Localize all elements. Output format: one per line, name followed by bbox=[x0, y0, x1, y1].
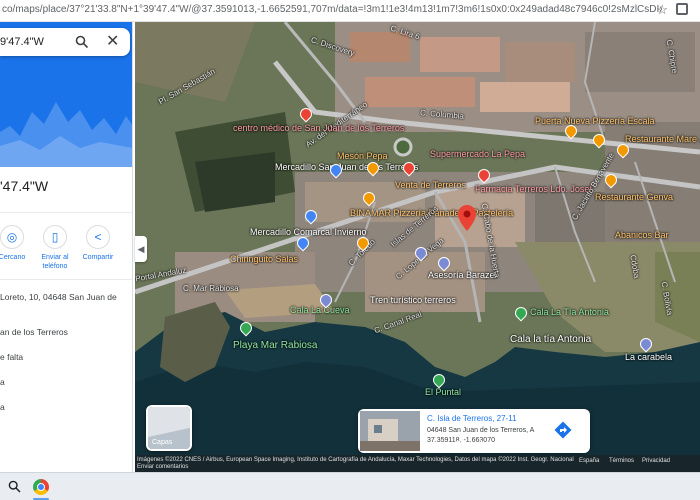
layers-label: Capas bbox=[152, 439, 173, 446]
close-icon[interactable]: ✕ bbox=[106, 34, 119, 50]
chrome-icon-center bbox=[37, 483, 45, 491]
privacy-link[interactable]: Privacidad bbox=[642, 458, 670, 464]
map-label-abanicos-bar[interactable]: Abanicos Bar bbox=[615, 230, 669, 240]
action-label: Enviar al teléfono bbox=[41, 254, 69, 270]
selected-location-pin-icon[interactable] bbox=[458, 205, 476, 231]
place-photo[interactable] bbox=[360, 411, 420, 451]
place-card-title[interactable]: C. Isla de Terreros, 27-11 bbox=[427, 414, 517, 423]
satellite-map[interactable]: C. Discovery C. Lira 6 Pl. San Sebastián… bbox=[135, 22, 700, 472]
map-label: C. Mar Rabiosa bbox=[183, 284, 239, 293]
send-feedback-link[interactable]: Enviar comentarios bbox=[137, 464, 188, 470]
taskbar-search-icon[interactable] bbox=[8, 480, 21, 493]
share-button[interactable]: < Compartir bbox=[76, 225, 120, 262]
info-line[interactable]: e falta bbox=[0, 352, 23, 362]
layers-button[interactable]: Capas bbox=[146, 405, 192, 451]
collapse-panel-button[interactable]: ◀ bbox=[135, 236, 147, 262]
map-label-venta-terreros[interactable]: Venta de Terreros bbox=[395, 180, 466, 190]
send-to-phone-icon: ▯ bbox=[43, 225, 67, 249]
bookmark-star-icon[interactable]: ☆ bbox=[656, 2, 668, 18]
search-box[interactable]: 9'47.4"W ✕ bbox=[0, 28, 130, 56]
terms-link[interactable]: Términos bbox=[609, 458, 634, 464]
map-label-restaurante-genva[interactable]: Restaurante Genva bbox=[595, 192, 673, 202]
map-label-supermarket[interactable]: Supermercado La Pepa bbox=[430, 149, 525, 159]
action-label: Cercano bbox=[0, 254, 26, 261]
place-title: '47.4"W bbox=[0, 178, 49, 194]
browser-address-bar[interactable]: co/maps/place/37°21'33.8"N+1°39'47.4"W/@… bbox=[0, 0, 700, 22]
map-label-pizzeria[interactable]: Puerta Nueva Pizzería Escala bbox=[535, 116, 655, 126]
google-logo: Google bbox=[454, 440, 489, 451]
search-input[interactable]: 9'47.4"W bbox=[0, 36, 44, 48]
place-card-address: 04648 San Juan de los Terreros, A bbox=[427, 427, 535, 434]
url-text[interactable]: co/maps/place/37°21'33.8"N+1°39'47.4"W/@… bbox=[2, 4, 662, 15]
map-label-cala-tia-antonia[interactable]: Cala La Tía Antonia bbox=[530, 307, 609, 317]
map-label-tren-turistico[interactable]: Tren turístico terreros bbox=[370, 295, 456, 305]
map-label-la-carabela[interactable]: La carabela bbox=[625, 352, 672, 362]
chrome-icon[interactable] bbox=[33, 479, 49, 495]
map-label-meson-pepa[interactable]: Mesón Pepa bbox=[337, 151, 388, 161]
divider bbox=[0, 212, 132, 213]
map-label-asesoria[interactable]: Asesoría Barazel bbox=[428, 270, 497, 280]
locality-line[interactable]: an de los Terreros bbox=[0, 327, 68, 337]
street-view-thumbnail bbox=[360, 411, 420, 451]
map-label-cala-la-cueva[interactable]: Cala La Cueva bbox=[290, 305, 350, 315]
map-label-playa-mar-rabiosa[interactable]: Playa Mar Rabiosa bbox=[233, 340, 317, 351]
action-label: Compartir bbox=[82, 254, 114, 261]
search-icon[interactable] bbox=[75, 35, 89, 49]
map-label-el-puntal[interactable]: El Puntal bbox=[425, 387, 461, 397]
map-label-chiringuito[interactable]: Chiringuito Salas bbox=[230, 254, 298, 264]
place-sidebar: 9'47.4"W ✕ '47.4"W ◎ Cercano ▯ Enviar al… bbox=[0, 22, 133, 472]
map-label-farmacia[interactable]: Farmacia Terreros Ldo. Josef bbox=[475, 184, 592, 194]
map-label-medical-center[interactable]: centro médico de San Juan de los Terrero… bbox=[233, 123, 404, 133]
map-label-mercadillo-comarcal[interactable]: Mercadillo Comarcal Invierno bbox=[250, 227, 367, 237]
attribution-text: Imágenes ©2022 CNES / Airbus, European S… bbox=[137, 457, 574, 463]
info-line[interactable]: a bbox=[0, 402, 5, 412]
send-to-phone-button[interactable]: ▯ Enviar al teléfono bbox=[33, 225, 77, 271]
map-label-restaurant-mare[interactable]: Restaurante Mare Juan de bbox=[625, 134, 700, 144]
nearby-icon: ◎ bbox=[0, 225, 24, 249]
share-icon: < bbox=[86, 225, 110, 249]
map-label-cala-la-tia-antonia-area: Cala la tía Antonia bbox=[510, 334, 592, 345]
country-link[interactable]: España bbox=[579, 458, 599, 464]
address-line[interactable]: Loreto, 10, 04648 San Juan de bbox=[0, 292, 117, 302]
info-line[interactable]: a bbox=[0, 377, 5, 387]
extensions-icon[interactable] bbox=[676, 3, 688, 15]
directions-icon[interactable] bbox=[554, 421, 572, 439]
nearby-button[interactable]: ◎ Cercano bbox=[0, 225, 34, 262]
divider bbox=[0, 279, 132, 280]
attribution-bar: Imágenes ©2022 CNES / Airbus, European S… bbox=[135, 455, 700, 472]
map-label-mercadillo[interactable]: Mercadillo San Juan de los Terreros bbox=[275, 162, 418, 172]
taskbar bbox=[0, 472, 700, 500]
